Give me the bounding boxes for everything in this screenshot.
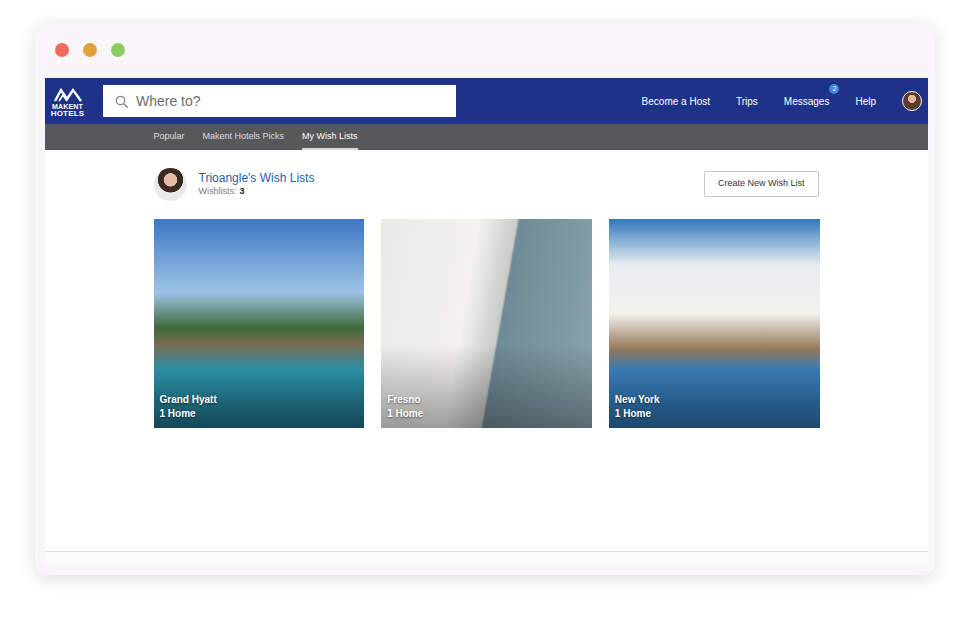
- nav-links: Become a Host Trips Messages2 Help: [642, 91, 928, 111]
- wishlist-home-count: 1 Home: [615, 407, 814, 421]
- top-navbar: MAKENTHOTELSBecome a HostTripsMessages2H…: [45, 78, 928, 124]
- search-input[interactable]: [136, 91, 456, 112]
- profile-avatar[interactable]: [154, 168, 187, 201]
- wishlist-home-count: 1 Home: [387, 407, 586, 421]
- wishlist-home-count: 1 Home: [160, 407, 359, 421]
- nav-label[interactable]: Trips: [736, 96, 758, 107]
- title-bar: [45, 22, 928, 78]
- maximize-dot-icon[interactable]: [111, 43, 125, 57]
- wishlists-content: Trioangle's Wish ListsWishlists:3 Create …: [45, 150, 928, 551]
- close-dot-icon[interactable]: [55, 43, 69, 57]
- wishlist-name[interactable]: Fresno: [387, 393, 586, 407]
- nav-link[interactable]: Become a Host: [642, 94, 710, 109]
- wishlist-card[interactable]: Grand Hyatt1 Home: [154, 219, 365, 428]
- user-avatar[interactable]: [902, 91, 922, 111]
- mountain-logo-icon: [53, 87, 83, 103]
- logo-text: HOTELS: [51, 110, 85, 118]
- wishlists-title[interactable]: Trioangle's Wish Lists: [199, 171, 315, 185]
- wishlist-card[interactable]: New York1 Home: [609, 219, 820, 428]
- browser-window: MAKENTHOTELSBecome a HostTripsMessages2H…: [35, 22, 935, 575]
- count-value: 3: [240, 186, 245, 196]
- sub-navbar: Popular Makent Hotels Picks My Wish Lists: [45, 124, 928, 150]
- wishlists-count: Wishlists:3: [199, 186, 315, 197]
- page-footer: [45, 551, 928, 565]
- message-count-badge: 2: [829, 84, 839, 94]
- minimize-dot-icon[interactable]: [83, 43, 97, 57]
- profile-summary: Trioangle's Wish ListsWishlists:3: [154, 168, 315, 201]
- wishlist-card[interactable]: Fresno1 Home: [381, 219, 592, 428]
- nav-link[interactable]: Messages2: [784, 94, 830, 109]
- wishlist-grid: Grand Hyatt1 HomeFresno1 HomeNew York1 H…: [154, 219, 820, 428]
- app-page: MAKENTHOTELSBecome a HostTripsMessages2H…: [45, 78, 928, 565]
- wishlists-header: Trioangle's Wish ListsWishlists:3 Create …: [154, 167, 820, 201]
- nav-link[interactable]: Trips: [736, 94, 758, 109]
- magnifier-icon: [115, 95, 128, 108]
- create-wishlist-button[interactable]: Create New Wish List: [704, 171, 819, 197]
- nav-label[interactable]: Help: [855, 96, 876, 107]
- sub-nav-tab[interactable]: Popular: [154, 124, 185, 150]
- wishlist-name[interactable]: New York: [615, 393, 814, 407]
- nav-link[interactable]: Help: [855, 94, 876, 109]
- count-label: Wishlists:: [199, 186, 237, 196]
- logo-text: MAKENT: [52, 103, 83, 110]
- search-bar: [103, 85, 456, 117]
- nav-label[interactable]: Messages: [784, 96, 830, 107]
- wishlist-name[interactable]: Grand Hyatt: [160, 393, 359, 407]
- sub-nav-tab[interactable]: My Wish Lists: [302, 124, 358, 150]
- sub-nav-tab[interactable]: Makent Hotels Picks: [203, 124, 285, 150]
- logo[interactable]: MAKENTHOTELS: [45, 78, 90, 124]
- nav-label[interactable]: Become a Host: [642, 96, 710, 107]
